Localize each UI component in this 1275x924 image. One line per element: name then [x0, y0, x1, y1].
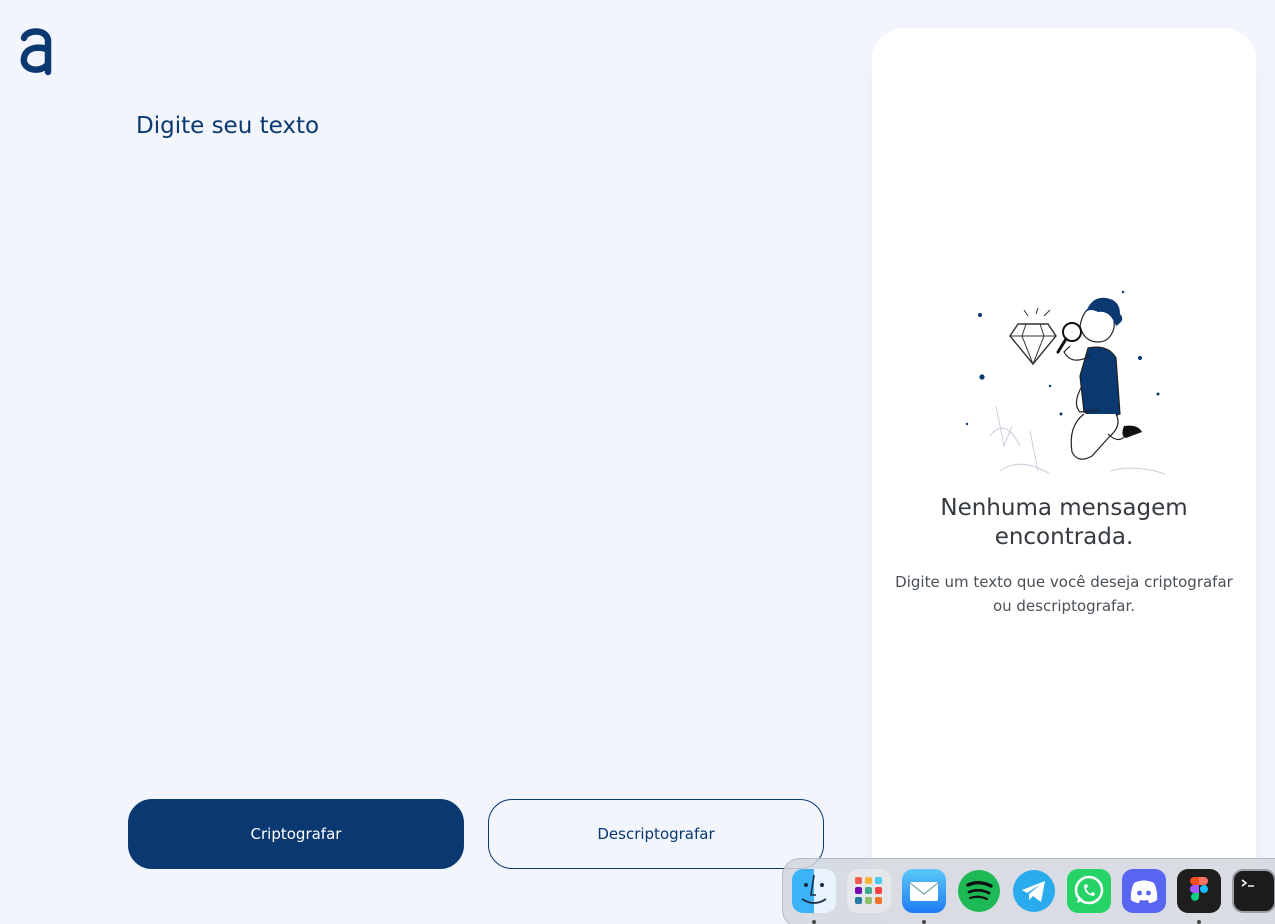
mail-running-indicator — [922, 920, 926, 924]
spotify-icon[interactable] — [957, 869, 1001, 913]
encrypt-button[interactable]: Criptografar — [128, 799, 464, 869]
launchpad-icon[interactable] — [847, 869, 891, 913]
empty-state-title: Nenhuma mensagem encontrada. — [940, 495, 1188, 550]
message-input[interactable] — [136, 110, 826, 750]
mail-icon[interactable] — [902, 869, 946, 913]
alura-logo-icon[interactable] — [18, 26, 54, 78]
macos-dock — [782, 858, 1275, 924]
finder-icon[interactable] — [792, 869, 836, 913]
empty-state-description: Digite um texto que você deseja criptogr… — [895, 573, 1233, 615]
whatsapp-icon[interactable] — [1067, 869, 1111, 913]
decrypt-button[interactable]: Descriptografar — [488, 799, 824, 869]
figma-icon[interactable] — [1177, 869, 1221, 913]
finder-running-indicator — [812, 920, 816, 924]
figma-running-indicator — [1197, 920, 1201, 924]
terminal-icon[interactable] — [1232, 869, 1275, 913]
discord-icon[interactable] — [1122, 869, 1166, 913]
person-magnifying-glass-illustration — [960, 286, 1176, 486]
output-panel: Nenhuma mensagem encontrada. Digite um t… — [872, 28, 1256, 924]
telegram-icon[interactable] — [1012, 869, 1056, 913]
